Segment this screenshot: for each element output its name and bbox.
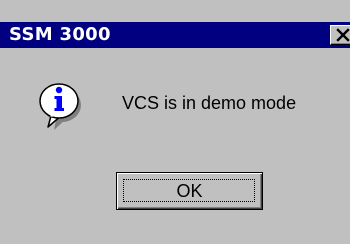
close-button[interactable] xyxy=(330,25,350,45)
ok-button-label: OK xyxy=(176,181,203,201)
message-dialog: SSM 3000 VCS is in demo mode OK xyxy=(0,0,350,244)
message-text: VCS is in demo mode xyxy=(122,93,297,113)
ok-button[interactable]: OK xyxy=(116,172,263,210)
close-icon xyxy=(336,28,350,42)
information-icon xyxy=(39,83,81,130)
title-bar[interactable]: SSM 3000 xyxy=(0,22,350,48)
window-title: SSM 3000 xyxy=(9,24,111,45)
